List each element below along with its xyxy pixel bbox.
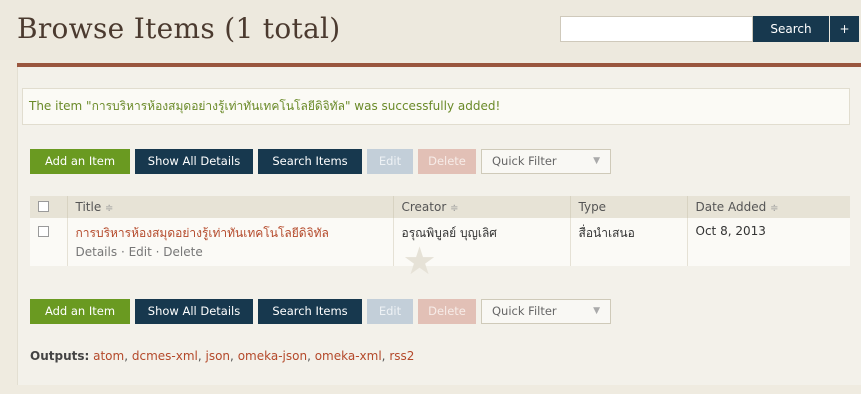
search-input[interactable] — [560, 16, 753, 42]
items-table: Title ≑ Creator ≑ Type Date Added ≑ ★ กา… — [30, 196, 850, 280]
title-header-label: Title — [75, 200, 102, 214]
date-added-header-label: Date Added — [695, 200, 767, 214]
page-title: Browse Items (1 total) — [17, 12, 341, 45]
quick-filter-label: Quick Filter — [492, 304, 557, 318]
chevron-down-icon: ▼ — [593, 306, 600, 316]
type-cell: สื่อนำเสนอ — [570, 218, 688, 266]
show-all-details-button[interactable]: Show All Details — [135, 149, 253, 174]
quick-filter-label: Quick Filter — [492, 154, 557, 168]
success-flash-message: The item "การบริหารห้องสมุดอย่างรู้เท่าท… — [22, 88, 850, 125]
output-link-atom[interactable]: atom — [93, 349, 124, 363]
row-select-cell — [30, 218, 68, 266]
sort-icon: ≑ — [105, 203, 114, 214]
delete-link[interactable]: Delete — [163, 245, 202, 259]
sort-icon: ≑ — [770, 203, 779, 214]
row-checkbox[interactable] — [38, 226, 49, 237]
search-form: Search + — [560, 16, 859, 42]
advanced-search-button[interactable]: + — [830, 16, 859, 42]
item-actions-top: Add an Item Show All Details Search Item… — [30, 149, 611, 174]
table-row: ★ การบริหารห้องสมุดอย่างรู้เท่าทันเทคโนโ… — [30, 218, 850, 280]
batch-delete-button[interactable]: Delete — [418, 299, 476, 324]
creator-header-label: Creator — [401, 200, 447, 214]
sort-icon: ≑ — [450, 203, 459, 214]
type-header-label: Type — [578, 200, 607, 214]
add-item-button[interactable]: Add an Item — [30, 149, 130, 174]
output-link-omeka-json[interactable]: omeka-json — [238, 349, 307, 363]
search-items-button[interactable]: Search Items — [258, 149, 362, 174]
output-formats: Outputs: atom, dcmes-xml, json, omeka-js… — [30, 349, 415, 363]
date-added-column-header[interactable]: Date Added ≑ — [687, 196, 850, 218]
separator: · — [120, 245, 129, 259]
output-link-dcmes-xml[interactable]: dcmes-xml — [132, 349, 198, 363]
quick-filter-dropdown[interactable]: Quick Filter ▼ — [481, 299, 611, 324]
search-items-button[interactable]: Search Items — [258, 299, 362, 324]
select-all-header — [30, 196, 68, 218]
add-item-button[interactable]: Add an Item — [30, 299, 130, 324]
title-column-header[interactable]: Title ≑ — [67, 196, 394, 218]
batch-edit-button[interactable]: Edit — [367, 299, 413, 324]
search-button[interactable]: Search — [753, 16, 829, 42]
show-all-details-button[interactable]: Show All Details — [135, 299, 253, 324]
creator-column-header[interactable]: Creator ≑ — [393, 196, 571, 218]
chevron-down-icon: ▼ — [593, 156, 600, 166]
output-link-json[interactable]: json — [206, 349, 231, 363]
edit-link[interactable]: Edit — [129, 245, 152, 259]
output-link-omeka-xml[interactable]: omeka-xml — [315, 349, 382, 363]
table-header-row: Title ≑ Creator ≑ Type Date Added ≑ — [30, 196, 850, 218]
item-actions-bottom: Add an Item Show All Details Search Item… — [30, 299, 611, 324]
batch-delete-button[interactable]: Delete — [418, 149, 476, 174]
quick-filter-dropdown[interactable]: Quick Filter ▼ — [481, 149, 611, 174]
details-link[interactable]: Details — [76, 245, 118, 259]
star-icon: ★ — [402, 239, 437, 283]
type-column-header: Type — [570, 196, 688, 218]
outputs-label: Outputs: — [30, 349, 90, 363]
output-link-rss2[interactable]: rss2 — [389, 349, 414, 363]
batch-edit-button[interactable]: Edit — [367, 149, 413, 174]
row-actions: Details · Edit · Delete — [76, 245, 385, 259]
title-cell: ★ การบริหารห้องสมุดอย่างรู้เท่าทันเทคโนโ… — [67, 218, 437, 280]
main-content: The item "การบริหารห้องสมุดอย่างรู้เท่าท… — [17, 67, 861, 385]
date-added-cell: Oct 8, 2013 — [695, 224, 766, 238]
item-title-link[interactable]: การบริหารห้องสมุดอย่างรู้เท่าทันเทคโนโลย… — [76, 224, 385, 243]
page-header: Browse Items (1 total) Search + — [0, 0, 861, 60]
select-all-checkbox[interactable] — [38, 201, 49, 212]
